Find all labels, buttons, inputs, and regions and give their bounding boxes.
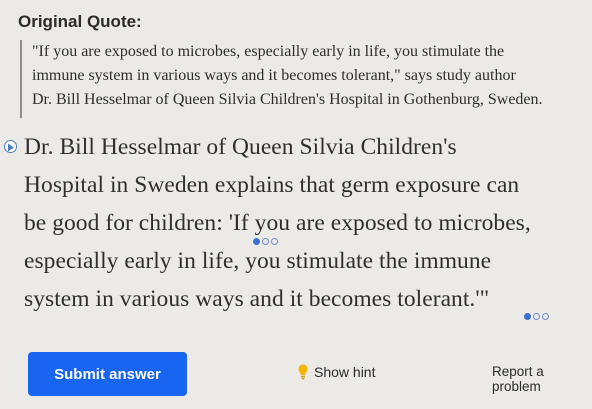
dot-filled [524,313,531,320]
original-quote-heading: Original Quote: [18,12,142,31]
submit-answer-button[interactable]: Submit answer [28,352,187,396]
passage-line: be good for children: 'If you are expose… [24,210,531,236]
show-hint-label: Show hint [314,364,376,380]
original-quote-text: "If you are exposed to microbes, especia… [32,40,592,112]
quote-line: "If you are exposed to microbes, especia… [32,43,505,60]
report-problem-link[interactable]: Report a problem [492,364,592,394]
dot-empty [262,238,269,245]
dot-empty [542,313,549,320]
quote-line: immune system in various ways and it bec… [32,67,516,84]
annotation-dots-2[interactable] [524,313,549,320]
original-quote-block: "If you are exposed to microbes, especia… [20,40,588,118]
passage-line: Hospital in Sweden explains that germ ex… [24,172,520,198]
quote-line: Dr. Bill Hesselmar of Queen Silvia Child… [32,91,543,108]
passage-line: especially early in life, you stimulate … [24,248,492,274]
dot-filled [253,238,260,245]
passage-play-icon[interactable] [4,140,17,153]
lightbulb-icon [298,364,308,380]
show-hint-button[interactable]: Show hint [298,364,375,380]
annotation-dots-1[interactable] [253,238,278,245]
passage-line: Dr. Bill Hesselmar of Queen Silvia Child… [24,134,457,160]
passage-line: system in various ways and it becomes to… [24,286,490,312]
dot-empty [271,238,278,245]
passage-text: Dr. Bill Hesselmar of Queen Silvia Child… [24,128,590,318]
dot-empty [533,313,540,320]
